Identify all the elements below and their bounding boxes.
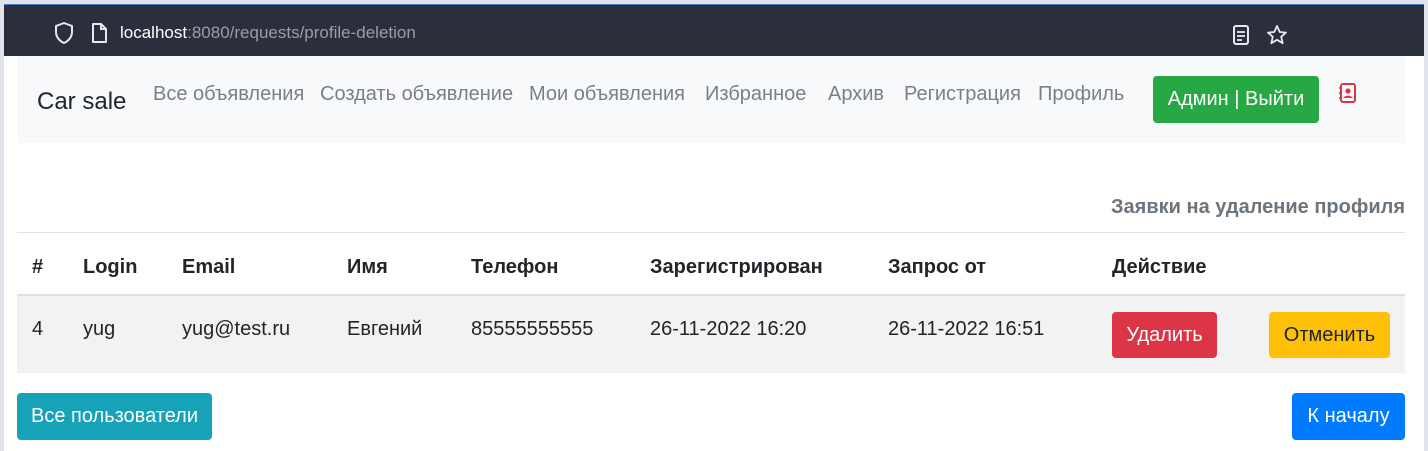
column-header-email: Email	[182, 256, 236, 278]
contact-book-icon[interactable]	[1339, 83, 1357, 103]
nav-link-profile[interactable]: Профиль	[1038, 81, 1124, 107]
nav-link-registration[interactable]: Регистрация	[904, 81, 1021, 107]
navbar: Car sale Все объявления Создать объявлен…	[17, 56, 1405, 143]
page-content: Car sale Все объявления Создать объявлен…	[4, 56, 1424, 451]
deletion-requests-table: # Login Email Имя Телефон Зарегистрирова…	[17, 232, 1405, 373]
page-title: Заявки на удаление профиля	[1111, 196, 1405, 218]
nav-link-my-ads[interactable]: Мои объявления	[529, 81, 685, 107]
address-bar[interactable]: localhost:8080/requests/profile-deletion	[120, 21, 416, 45]
page-info-icon[interactable]	[90, 23, 108, 43]
column-header-phone: Телефон	[471, 256, 559, 278]
nav-link-all-ads[interactable]: Все объявления	[153, 81, 304, 107]
url-host: localhost	[120, 23, 188, 42]
cancel-button[interactable]: Отменить	[1269, 312, 1390, 358]
url-path: :8080/requests/profile-deletion	[187, 23, 416, 42]
cell-phone: 85555555555	[471, 318, 594, 340]
bookmark-star-icon[interactable]	[1266, 24, 1288, 46]
cell-registered: 26-11-2022 16:20	[650, 318, 807, 340]
nav-link-create-ad[interactable]: Создать объявление	[320, 81, 513, 107]
cell-number: 4	[32, 318, 44, 340]
column-header-action: Действие	[1112, 256, 1207, 278]
column-header-name: Имя	[347, 256, 388, 278]
reader-view-icon[interactable]	[1232, 25, 1250, 45]
column-header-requested: Запрос от	[888, 256, 987, 278]
cell-login: yug	[83, 318, 116, 340]
delete-button[interactable]: Удалить	[1112, 312, 1217, 358]
navbar-brand[interactable]: Car sale	[37, 87, 126, 117]
cell-name: Евгений	[347, 318, 423, 340]
admin-logout-button[interactable]: Админ | Выйти	[1153, 76, 1319, 123]
cell-requested: 26-11-2022 16:51	[888, 318, 1045, 340]
home-button[interactable]: К началу	[1292, 393, 1405, 440]
column-header-registered: Зарегистрирован	[650, 256, 823, 278]
column-header-number: #	[32, 256, 44, 278]
all-users-button[interactable]: Все пользователи	[17, 393, 212, 440]
column-header-login: Login	[83, 256, 138, 278]
cell-email: yug@test.ru	[182, 318, 291, 340]
shield-icon[interactable]	[54, 22, 74, 44]
nav-link-archive[interactable]: Архив	[828, 81, 884, 107]
browser-toolbar: localhost:8080/requests/profile-deletion	[4, 4, 1424, 56]
nav-link-favorites[interactable]: Избранное	[705, 81, 806, 107]
